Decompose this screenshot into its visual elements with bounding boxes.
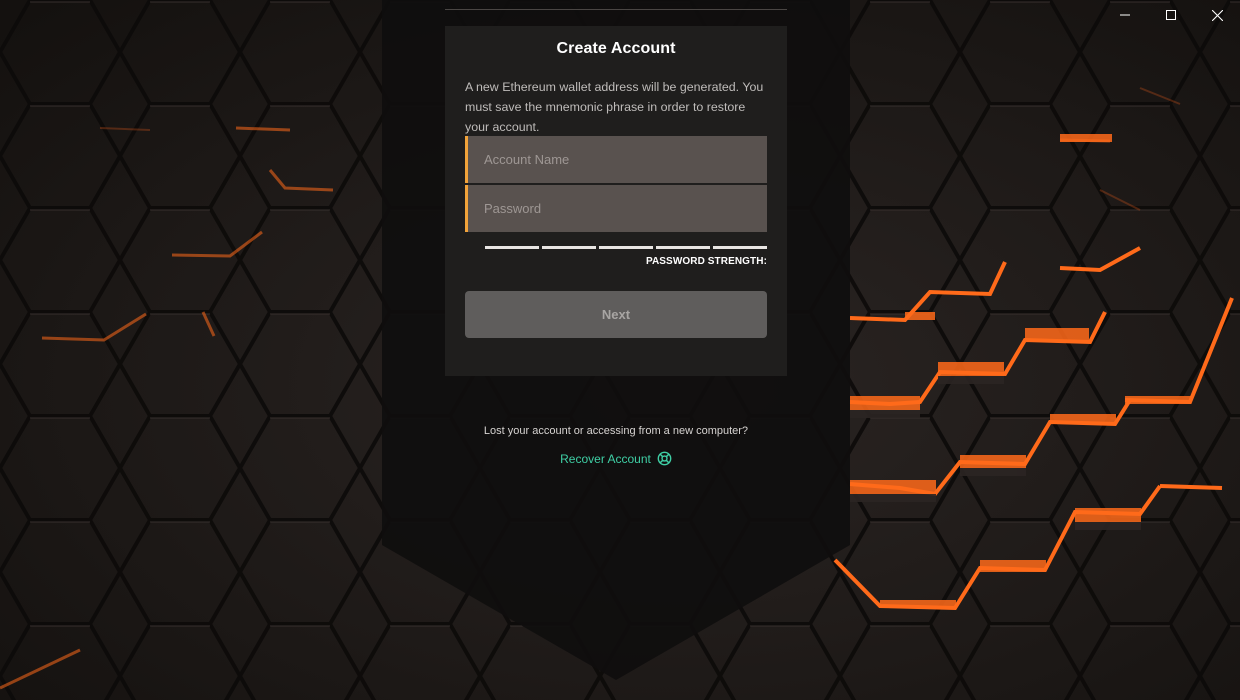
strength-segment-3 <box>599 246 653 249</box>
app-window: Create Account A new Ethereum wallet add… <box>0 0 1240 700</box>
account-name-field[interactable] <box>465 136 767 183</box>
lifebuoy-icon <box>657 451 672 466</box>
create-account-card: Create Account A new Ethereum wallet add… <box>445 26 787 376</box>
top-divider <box>445 9 787 10</box>
close-button[interactable] <box>1194 0 1240 30</box>
strength-segment-5 <box>713 246 767 249</box>
lost-account-text: Lost your account or accessing from a ne… <box>483 425 749 437</box>
card-title: Create Account <box>556 40 676 57</box>
minimize-button[interactable] <box>1102 0 1148 30</box>
close-icon <box>1211 9 1223 21</box>
strength-segment-2 <box>542 246 596 249</box>
card-description: A new Ethereum wallet address will be ge… <box>465 80 764 134</box>
strength-segment-4 <box>656 246 710 249</box>
recover-account-label: Recover Account <box>560 451 651 466</box>
next-button[interactable]: Next <box>465 291 767 338</box>
window-controls <box>1102 0 1240 30</box>
recover-account-link[interactable]: Recover Account <box>445 451 787 466</box>
password-input[interactable] <box>468 185 767 232</box>
maximize-button[interactable] <box>1148 0 1194 30</box>
password-strength-label: PASSWORD STRENGTH: <box>645 256 767 267</box>
password-strength-meter <box>485 246 767 250</box>
minimize-icon <box>1120 10 1130 20</box>
maximize-icon <box>1166 10 1176 20</box>
password-field[interactable] <box>465 185 767 232</box>
account-name-input[interactable] <box>468 136 767 183</box>
strength-segment-1 <box>485 246 539 249</box>
